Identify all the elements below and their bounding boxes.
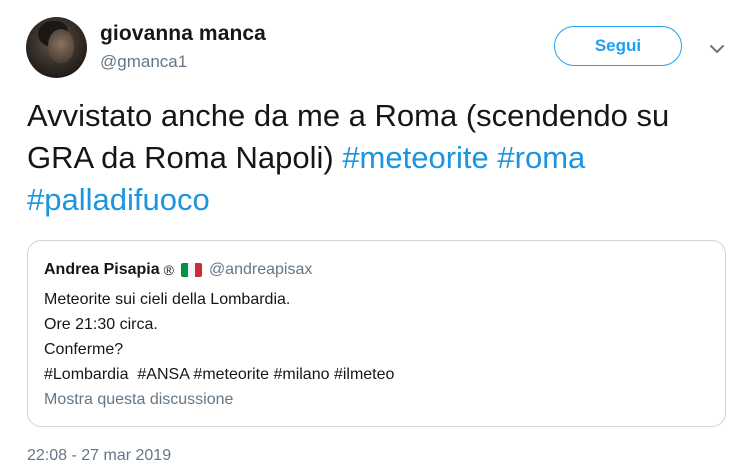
hashtag-roma[interactable]: #roma	[497, 140, 585, 175]
registered-mark: ®	[163, 262, 174, 278]
avatar-face	[48, 29, 74, 63]
quoted-line: Ore 21:30 circa.	[44, 316, 158, 333]
quoted-tweet-text: Meteorite sui cieli della Lombardia. Ore…	[44, 287, 394, 387]
italy-flag-icon	[180, 263, 202, 277]
tweet-card: giovanna manca @gmanca1 Segui Avvistato …	[0, 0, 753, 476]
avatar[interactable]	[26, 17, 87, 78]
tweet-text: Avvistato anche da me a Roma (scendendo …	[27, 95, 739, 221]
quoted-tweet-header: Andrea Pisapia ® @andreapisax	[44, 261, 312, 279]
follow-button[interactable]: Segui	[554, 26, 682, 66]
author-handle[interactable]: @gmanca1	[100, 52, 187, 72]
quoted-author-handle: @andreapisax	[208, 261, 313, 278]
tweet-timestamp[interactable]: 22:08 - 27 mar 2019	[27, 447, 171, 465]
hashtag-palladifuoco[interactable]: #palladifuoco	[27, 182, 210, 217]
quoted-line: Conferme?	[44, 341, 124, 358]
show-thread-link[interactable]: Mostra questa discussione	[44, 391, 233, 409]
author-name[interactable]: giovanna manca	[100, 22, 266, 46]
quoted-line: Meteorite sui cieli della Lombardia.	[44, 291, 291, 308]
chevron-down-icon[interactable]	[708, 42, 726, 56]
quoted-tweet[interactable]: Andrea Pisapia ® @andreapisax Meteorite …	[27, 240, 726, 427]
hashtag-meteorite[interactable]: #meteorite	[342, 140, 488, 175]
quoted-hashtags: #Lombardia #ANSA #meteorite #milano #ilm…	[44, 366, 395, 383]
quoted-author-name: Andrea Pisapia	[44, 261, 160, 278]
